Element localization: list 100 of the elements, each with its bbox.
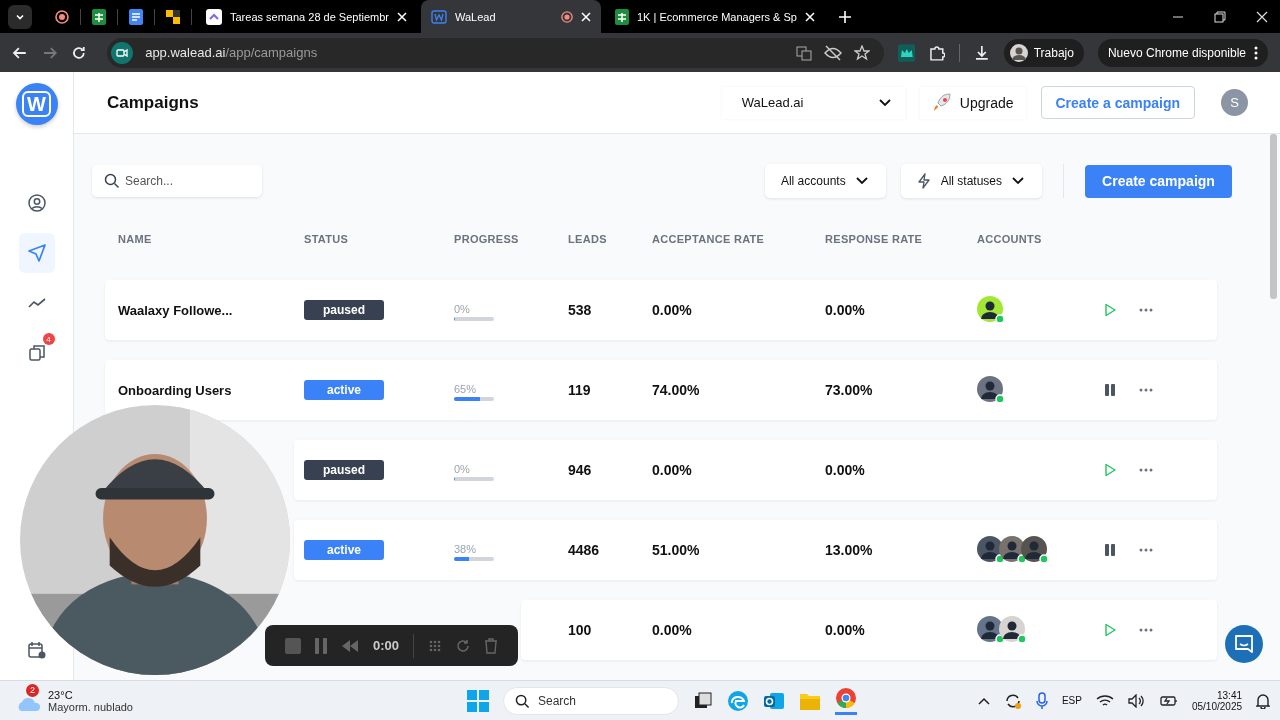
response-rate-cell-text: 0.00% — [825, 622, 866, 638]
user-icon — [27, 194, 46, 212]
update-button[interactable]: Nuevo Chrome disponible — [1097, 38, 1268, 67]
upgrade-button[interactable]: Upgrade — [919, 86, 1026, 119]
page-title: Campaigns — [107, 92, 199, 113]
browser-tab[interactable]: Tareas semana 28 de Septiembr — [196, 0, 417, 33]
restart-icon[interactable] — [456, 638, 471, 653]
rewind-icon[interactable] — [341, 639, 359, 652]
avatar-icon — [1009, 43, 1028, 62]
more-icon[interactable] — [1139, 388, 1153, 392]
nav-item[interactable] — [18, 233, 55, 273]
response-rate-cell-text: 13.00% — [825, 542, 874, 558]
acceptance-rate-cell-text: 0.00% — [652, 622, 693, 638]
more-icon[interactable] — [1139, 468, 1153, 472]
scrollbar[interactable] — [1270, 134, 1277, 299]
response-rate-cell-text: 0.00% — [825, 302, 866, 318]
chevron-up-icon[interactable] — [977, 696, 990, 705]
wifi-icon[interactable] — [1095, 693, 1114, 708]
more-icon — [1254, 45, 1258, 60]
grid-icon[interactable] — [428, 638, 443, 653]
chat-button[interactable] — [1225, 625, 1263, 663]
more-icon[interactable] — [1139, 548, 1153, 552]
eye-off-icon[interactable] — [823, 44, 842, 61]
status-badge: active — [304, 540, 384, 560]
column-header: STATUS — [304, 233, 350, 245]
more-icon[interactable] — [1139, 628, 1153, 632]
download-icon[interactable] — [973, 44, 990, 61]
progress-percent: 65% — [454, 382, 478, 395]
microphone-icon[interactable] — [1035, 691, 1048, 710]
nav-item[interactable]: 4 — [18, 333, 55, 373]
edge-icon[interactable] — [726, 689, 749, 712]
temperature: 23°C — [48, 688, 74, 701]
column-header: ACCEPTANCE RATE — [652, 233, 766, 245]
campaign-row[interactable]: 100 0.00% 0.00% — [521, 600, 1217, 660]
start-icon[interactable] — [466, 689, 489, 712]
chat-icon — [1233, 633, 1255, 655]
task-view-icon[interactable] — [692, 690, 713, 711]
puzzle-icon[interactable] — [929, 44, 945, 61]
browser-tab[interactable]: 1K | Ecommerce Managers & Sp — [605, 0, 825, 33]
acceptance-rate-cell-text: 0.00% — [652, 462, 693, 478]
url-path: /app/campaigns — [225, 45, 318, 60]
language-indicator[interactable]: ESP — [1061, 695, 1082, 706]
recording-time: 0:00 — [373, 638, 400, 653]
campaign-row[interactable]: Onboarding Users active 65% 119 74.00% 73.00% — [105, 360, 1217, 420]
profile-button[interactable]: Trabajo — [1003, 38, 1084, 67]
column-header: LEADS — [568, 233, 608, 245]
tab-title: WaLead — [455, 10, 497, 23]
notification-badge: 4 — [42, 333, 55, 345]
trend-icon — [27, 297, 46, 309]
crown-icon[interactable] — [897, 43, 916, 62]
progress-percent: 38% — [454, 542, 478, 555]
campaign-row[interactable]: active 38% 4486 51.00% 13.00% — [294, 520, 1217, 580]
acceptance-rate-cell-text: 74.00% — [652, 382, 701, 398]
more-icon[interactable] — [1139, 308, 1153, 312]
close-icon[interactable] — [1256, 10, 1268, 23]
accounts-filter[interactable]: All accounts — [764, 164, 886, 198]
workspace-dropdown[interactable]: WaLead.ai — [721, 86, 905, 119]
leads-cell-text: 119 — [568, 382, 592, 398]
leads-cell-text: 538 — [568, 302, 593, 318]
taskbar-search[interactable]: Search — [502, 686, 679, 715]
document-icon — [129, 8, 143, 25]
new-tab-icon[interactable] — [838, 10, 851, 23]
restore-icon[interactable] — [1214, 10, 1226, 23]
search-icon — [104, 173, 120, 189]
pause-icon[interactable] — [1103, 383, 1117, 397]
trash-icon[interactable] — [484, 637, 499, 654]
lightning-icon — [916, 173, 931, 189]
create-campaign-button[interactable]: Create campaign — [1085, 164, 1232, 198]
chrome-icon[interactable] — [834, 686, 857, 715]
star-icon[interactable] — [853, 44, 870, 61]
weather-text: Mayorm. nublado — [48, 700, 133, 713]
search-field[interactable]: Search... — [92, 165, 262, 197]
tab-list-button[interactable] — [8, 4, 32, 29]
acceptance-rate-cell-text: 51.00% — [652, 542, 701, 558]
create-campaign-button[interactable]: Create a campaign — [1040, 86, 1195, 119]
translate-icon[interactable] — [795, 44, 812, 61]
campaign-row[interactable]: paused 0% 946 0.00% 0.00% — [294, 440, 1217, 500]
notification-badge: 2 — [26, 683, 39, 697]
clock-time: 13:41 — [1217, 689, 1242, 701]
status-badge: paused — [304, 460, 384, 480]
tab-title: Tareas semana 28 de Septiembr — [230, 10, 389, 23]
app-logo[interactable]: W — [15, 83, 58, 125]
volume-icon[interactable] — [1127, 693, 1146, 708]
campaign-name: Onboarding Users — [118, 382, 232, 398]
progress-percent: 0% — [454, 302, 471, 315]
battery-icon[interactable] — [1159, 693, 1178, 708]
reload-icon[interactable] — [71, 44, 88, 61]
browser-tab[interactable]: WaLead — [421, 0, 601, 33]
search-icon — [514, 693, 530, 709]
chevron-down-icon — [878, 98, 891, 107]
address-bar[interactable]: app.walead.ai/app/campaigns — [107, 37, 884, 68]
camera-icon — [111, 41, 134, 64]
chevron-down-icon — [855, 177, 868, 185]
response-rate-cell-text: 0.00% — [825, 462, 866, 478]
campaign-row[interactable]: Waalaxy Followe... paused 0% 538 0.00% 0.00% — [105, 280, 1217, 340]
pause-icon[interactable] — [1103, 543, 1117, 557]
rocket-icon — [931, 92, 952, 113]
status-filter[interactable]: All statuses — [900, 164, 1042, 198]
tiles-icon — [166, 9, 180, 24]
bell-icon[interactable] — [1256, 692, 1270, 709]
